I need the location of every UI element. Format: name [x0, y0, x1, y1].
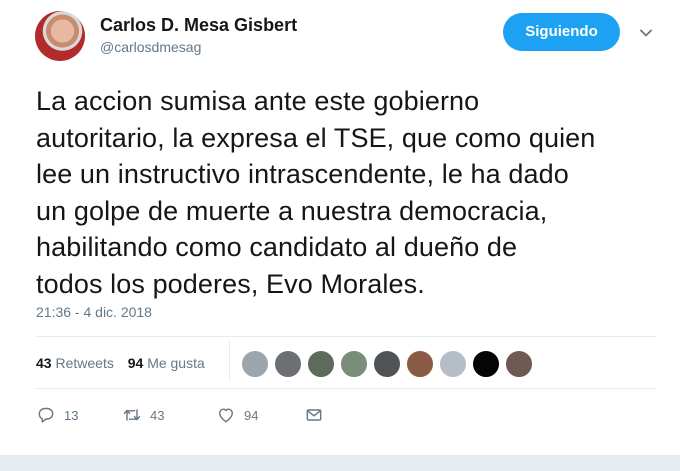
tweet-stats: 43 Retweets 94 Me gusta: [36, 355, 215, 371]
like-button[interactable]: 94: [216, 405, 258, 425]
liker-avatar-5[interactable]: [373, 350, 401, 378]
stats-separator: [229, 340, 230, 382]
envelope-icon: [306, 409, 322, 421]
tweet-timestamp[interactable]: 21:36 - 4 dic. 2018: [36, 304, 152, 320]
heart-icon: [219, 408, 233, 423]
divider: [36, 336, 656, 337]
retweet-count: 43: [150, 407, 165, 423]
author-name[interactable]: Carlos D. Mesa Gisbert: [100, 15, 297, 36]
retweets-stat-count: 43: [36, 355, 52, 371]
liker-avatar-4[interactable]: [340, 350, 368, 378]
like-count: 94: [244, 407, 259, 423]
liker-avatar-1[interactable]: [241, 350, 269, 378]
reply-button[interactable]: 13: [36, 405, 78, 425]
reply-icon: [38, 407, 54, 423]
direct-message-button[interactable]: [304, 405, 324, 425]
liker-avatar-7[interactable]: [439, 350, 467, 378]
liker-avatar-8[interactable]: [472, 350, 500, 378]
liker-avatar-2[interactable]: [274, 350, 302, 378]
tweet-text: La accion sumisa ante este gobierno auto…: [36, 86, 596, 299]
author-handle[interactable]: @carlosdmesag: [100, 39, 201, 55]
divider: [36, 388, 656, 389]
liker-avatar-6[interactable]: [406, 350, 434, 378]
retweet-button[interactable]: 43: [122, 405, 164, 425]
likes-stat-count: 94: [127, 355, 144, 371]
reply-count: 13: [64, 407, 79, 423]
retweet-icon: [123, 409, 141, 421]
retweets-stat[interactable]: 43 Retweets: [36, 355, 114, 371]
likers-avatars: [241, 350, 533, 378]
chevron-down-icon[interactable]: [638, 25, 654, 41]
liker-avatar-3[interactable]: [307, 350, 335, 378]
likes-stat[interactable]: 94 Me gusta: [128, 355, 205, 371]
following-button[interactable]: Siguiendo: [503, 13, 620, 51]
retweets-stat-label: Retweets: [55, 355, 114, 371]
likes-stat-label: Me gusta: [147, 355, 205, 371]
liker-avatar-9[interactable]: [505, 350, 533, 378]
author-avatar[interactable]: [35, 11, 85, 61]
reply-area-strip: [0, 455, 680, 471]
